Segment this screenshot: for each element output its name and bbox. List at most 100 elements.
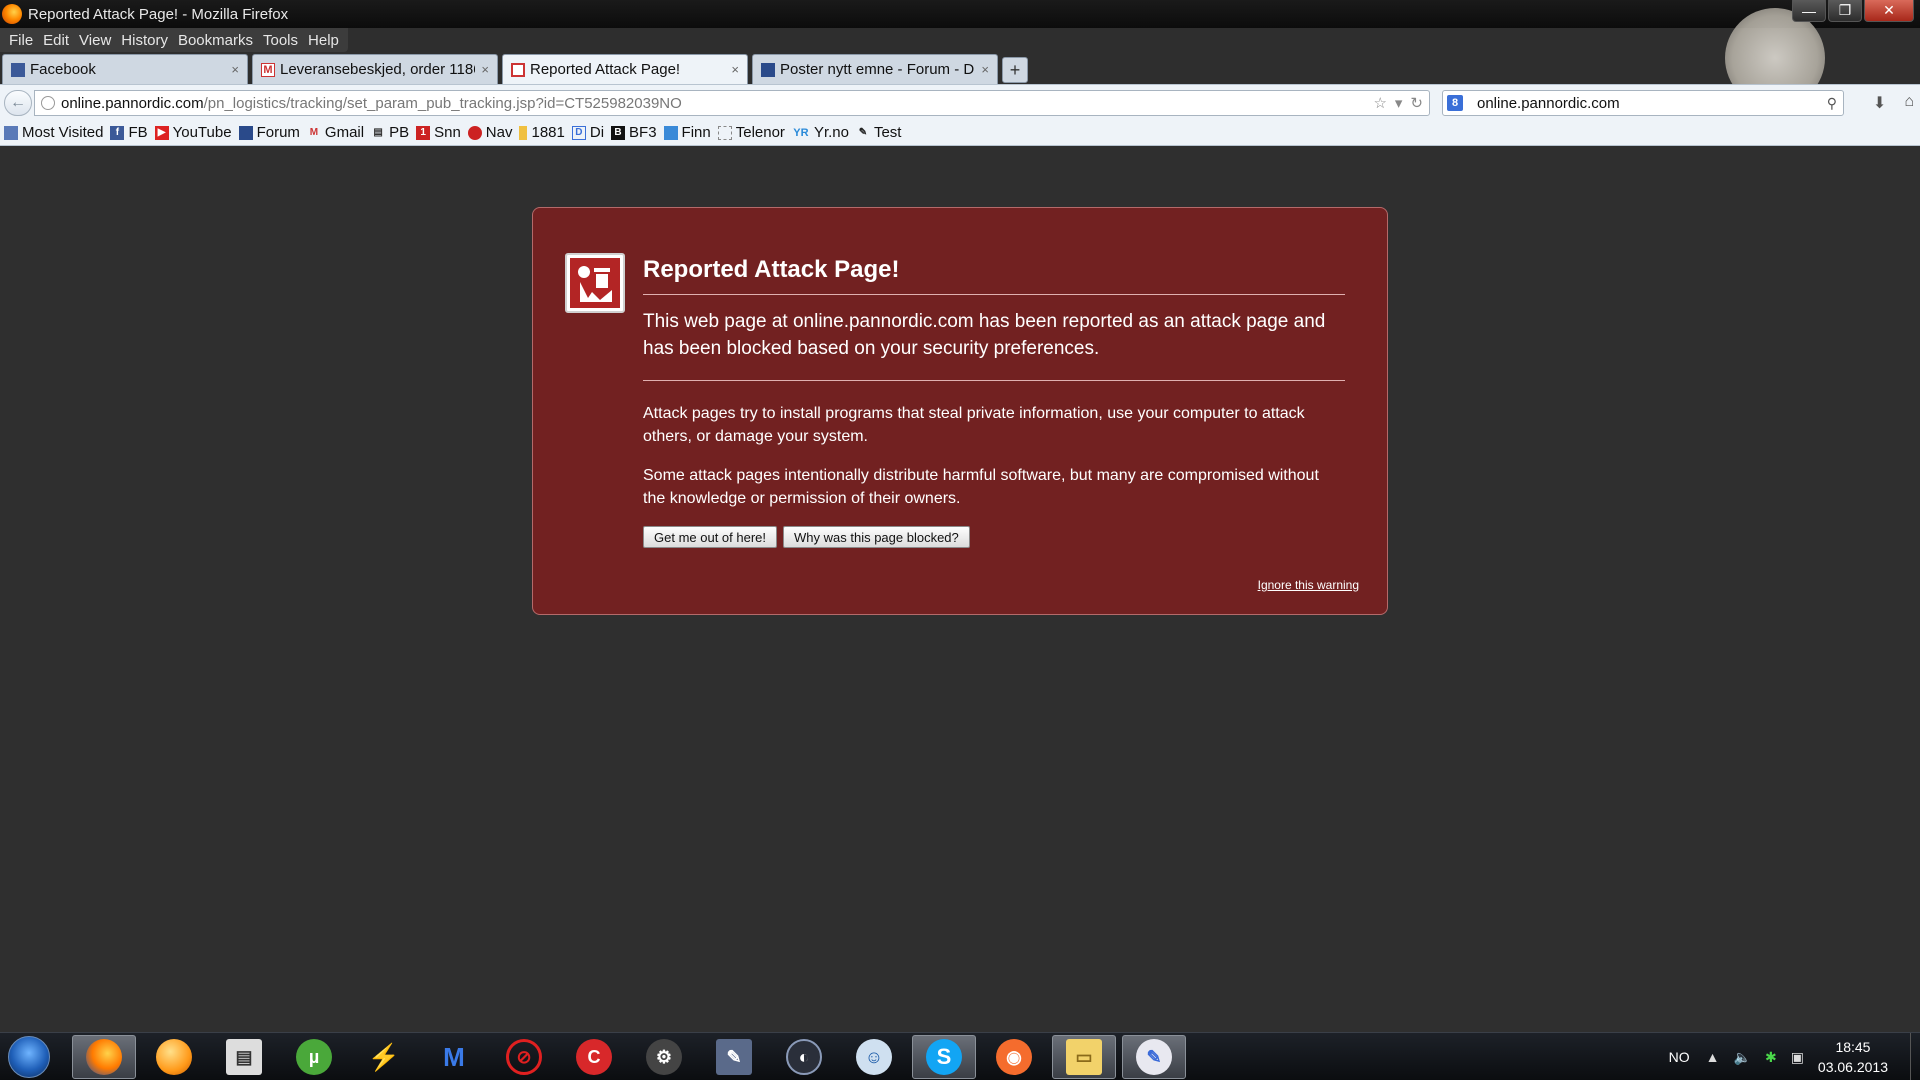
bookmark-pb[interactable]: ▤ PB — [371, 124, 409, 141]
ignore-warning-link[interactable]: Ignore this warning — [1258, 578, 1359, 592]
why-blocked-button[interactable]: Why was this page blocked? — [783, 526, 970, 548]
bookmark-telenor[interactable]: Telenor — [717, 124, 785, 141]
history-dropdown-icon[interactable]: ▾ — [1395, 94, 1403, 112]
bookmark-label: 1881 — [531, 124, 565, 141]
taskbar-orange-ball[interactable] — [142, 1035, 206, 1079]
snn-icon: 1 — [416, 125, 431, 140]
bookmark-label: PB — [389, 124, 410, 141]
error-buttons: Get me out of here! Why was this page bl… — [643, 526, 970, 548]
bookmark-finn[interactable]: Finn — [663, 124, 711, 141]
taskbar-skype[interactable]: S — [912, 1035, 976, 1079]
download-icon[interactable]: ⬇ — [1873, 93, 1886, 113]
maximize-button[interactable]: ❐ — [1828, 0, 1862, 22]
home-icon[interactable]: ⌂ — [1904, 93, 1914, 113]
reload-icon[interactable]: ↻ — [1410, 94, 1423, 112]
tab-label: Leveransebeskjed, order 1186... — [280, 61, 476, 78]
attack-icon-inner — [570, 258, 620, 308]
taskbar-paint[interactable]: ✎ — [1122, 1035, 1186, 1079]
system-tray: NO ▲ 🔈 ✱ ▣ 18:45 03.06.2013 — [1669, 1033, 1920, 1080]
search-bar[interactable]: 8 online.pannordic.com ⚲ — [1442, 90, 1844, 116]
tab-reported-attack[interactable]: Reported Attack Page! × — [502, 54, 748, 84]
gmail-icon: M — [261, 62, 275, 77]
get-me-out-button[interactable]: Get me out of here! — [643, 526, 778, 548]
ccleaner-icon: C — [576, 1039, 612, 1075]
taskbar-steam[interactable]: ⚙ — [632, 1035, 696, 1079]
youtube-icon: ▶ — [154, 125, 169, 140]
taskbar-origin[interactable]: ◉ — [982, 1035, 1046, 1079]
tray-expand-icon[interactable]: ▲ — [1706, 1049, 1720, 1065]
url-domain: online.pannordic.com — [61, 94, 204, 112]
folder-icon — [4, 125, 18, 140]
tray-clock[interactable]: 18:45 03.06.2013 — [1818, 1037, 1888, 1077]
yr-icon: YR — [793, 126, 809, 139]
search-input[interactable]: online.pannordic.com — [1477, 95, 1620, 112]
tab-close-icon[interactable]: × — [731, 62, 739, 77]
facebook-icon — [11, 62, 25, 77]
search-icon[interactable]: ⚲ — [1827, 95, 1837, 112]
tab-facebook[interactable]: Facebook × — [2, 54, 248, 84]
menu-tools[interactable]: Tools — [258, 32, 303, 49]
bookmark-yr[interactable]: YR Yr.no — [792, 124, 849, 141]
start-button[interactable] — [8, 1036, 50, 1078]
taskbar-notepad[interactable]: ▤ — [212, 1035, 276, 1079]
bookmark-fb[interactable]: f FB — [110, 124, 148, 141]
tab-close-icon[interactable]: × — [981, 62, 989, 77]
taskbar-no-entry[interactable]: ⊘ — [492, 1035, 556, 1079]
menu-edit[interactable]: Edit — [38, 32, 74, 49]
error-short-description: This web page at online.pannordic.com ha… — [643, 308, 1345, 381]
bookmark-nav[interactable]: Nav — [467, 124, 512, 141]
bookmark-forum[interactable]: Forum — [238, 124, 300, 141]
bookmark-bf3[interactable]: B BF3 — [611, 124, 657, 141]
bookmark-gmail[interactable]: M Gmail — [307, 124, 364, 141]
taskbar-malwarebytes[interactable]: M — [422, 1035, 486, 1079]
bookmark-most-visited[interactable]: Most Visited — [4, 124, 103, 141]
new-tab-button[interactable]: + — [1002, 57, 1028, 83]
taskbar-paint-fix[interactable]: ✎ — [702, 1035, 766, 1079]
taskbar-ccleaner[interactable]: C — [562, 1035, 626, 1079]
warning-icon — [511, 62, 525, 77]
bf3-icon: B — [611, 125, 626, 140]
bookmark-test[interactable]: ✎ Test — [856, 124, 902, 141]
menu-bookmarks[interactable]: Bookmarks — [173, 32, 258, 49]
taskbar-messenger[interactable]: ☺ — [842, 1035, 906, 1079]
bookmarks-toolbar: Most Visited f FB ▶ YouTube Forum M Gmail ▤… — [0, 120, 1920, 146]
close-window-button[interactable]: ✕ — [1864, 0, 1914, 22]
volume-icon[interactable]: 🔈 — [1734, 1049, 1751, 1066]
url-text: online.pannordic.com/pn_logistics/tracki… — [61, 95, 682, 112]
tab-close-icon[interactable]: × — [231, 62, 239, 77]
taskbar-pen[interactable]: ⚡ — [352, 1035, 416, 1079]
menu-file[interactable]: File — [4, 32, 38, 49]
language-indicator[interactable]: NO — [1669, 1049, 1690, 1065]
url-bar[interactable]: online.pannordic.com/pn_logistics/tracki… — [34, 90, 1430, 116]
tab-forum[interactable]: Poster nytt emne - Forum - Di... × — [752, 54, 998, 84]
origin-icon: ◉ — [996, 1039, 1032, 1075]
taskbar-headphones[interactable]: ◐ — [772, 1035, 836, 1079]
back-button[interactable]: ← — [4, 90, 32, 116]
bookmark-1881[interactable]: 1881 — [519, 124, 565, 141]
bookmark-di[interactable]: D Di — [571, 124, 604, 141]
taskbar-explorer[interactable]: ▭ — [1052, 1035, 1116, 1079]
menu-view[interactable]: View — [74, 32, 116, 49]
show-desktop-button[interactable] — [1910, 1033, 1920, 1080]
window-title: Reported Attack Page! - Mozilla Firefox — [28, 5, 289, 23]
pen-icon: ⚡ — [367, 1041, 401, 1072]
tab-close-icon[interactable]: × — [481, 62, 489, 77]
google-icon[interactable]: 8 — [1447, 95, 1463, 111]
bookmark-snn[interactable]: 1 Snn — [416, 124, 461, 141]
taskbar-utorrent[interactable]: µ — [282, 1035, 346, 1079]
network-icon[interactable]: ▣ — [1791, 1049, 1804, 1066]
skype-icon: S — [926, 1039, 962, 1075]
attack-warning-panel: Reported Attack Page! This web page at o… — [532, 207, 1388, 615]
razer-icon[interactable]: ✱ — [1765, 1049, 1777, 1066]
forum-icon — [761, 62, 775, 77]
page-content: Reported Attack Page! This web page at o… — [0, 147, 1920, 1032]
menu-help[interactable]: Help — [303, 32, 344, 49]
menu-history[interactable]: History — [116, 32, 173, 49]
taskbar-firefox[interactable] — [72, 1035, 136, 1079]
nav-right-buttons: ⬇ ⌂ — [1873, 93, 1914, 113]
bookmark-youtube[interactable]: ▶ YouTube — [154, 124, 232, 141]
tab-gmail-order[interactable]: M Leveransebeskjed, order 1186... × — [252, 54, 498, 84]
minimize-button[interactable]: — — [1792, 0, 1826, 22]
police-figure-icon — [578, 266, 612, 302]
bookmark-star-icon[interactable]: ☆ — [1373, 94, 1386, 112]
